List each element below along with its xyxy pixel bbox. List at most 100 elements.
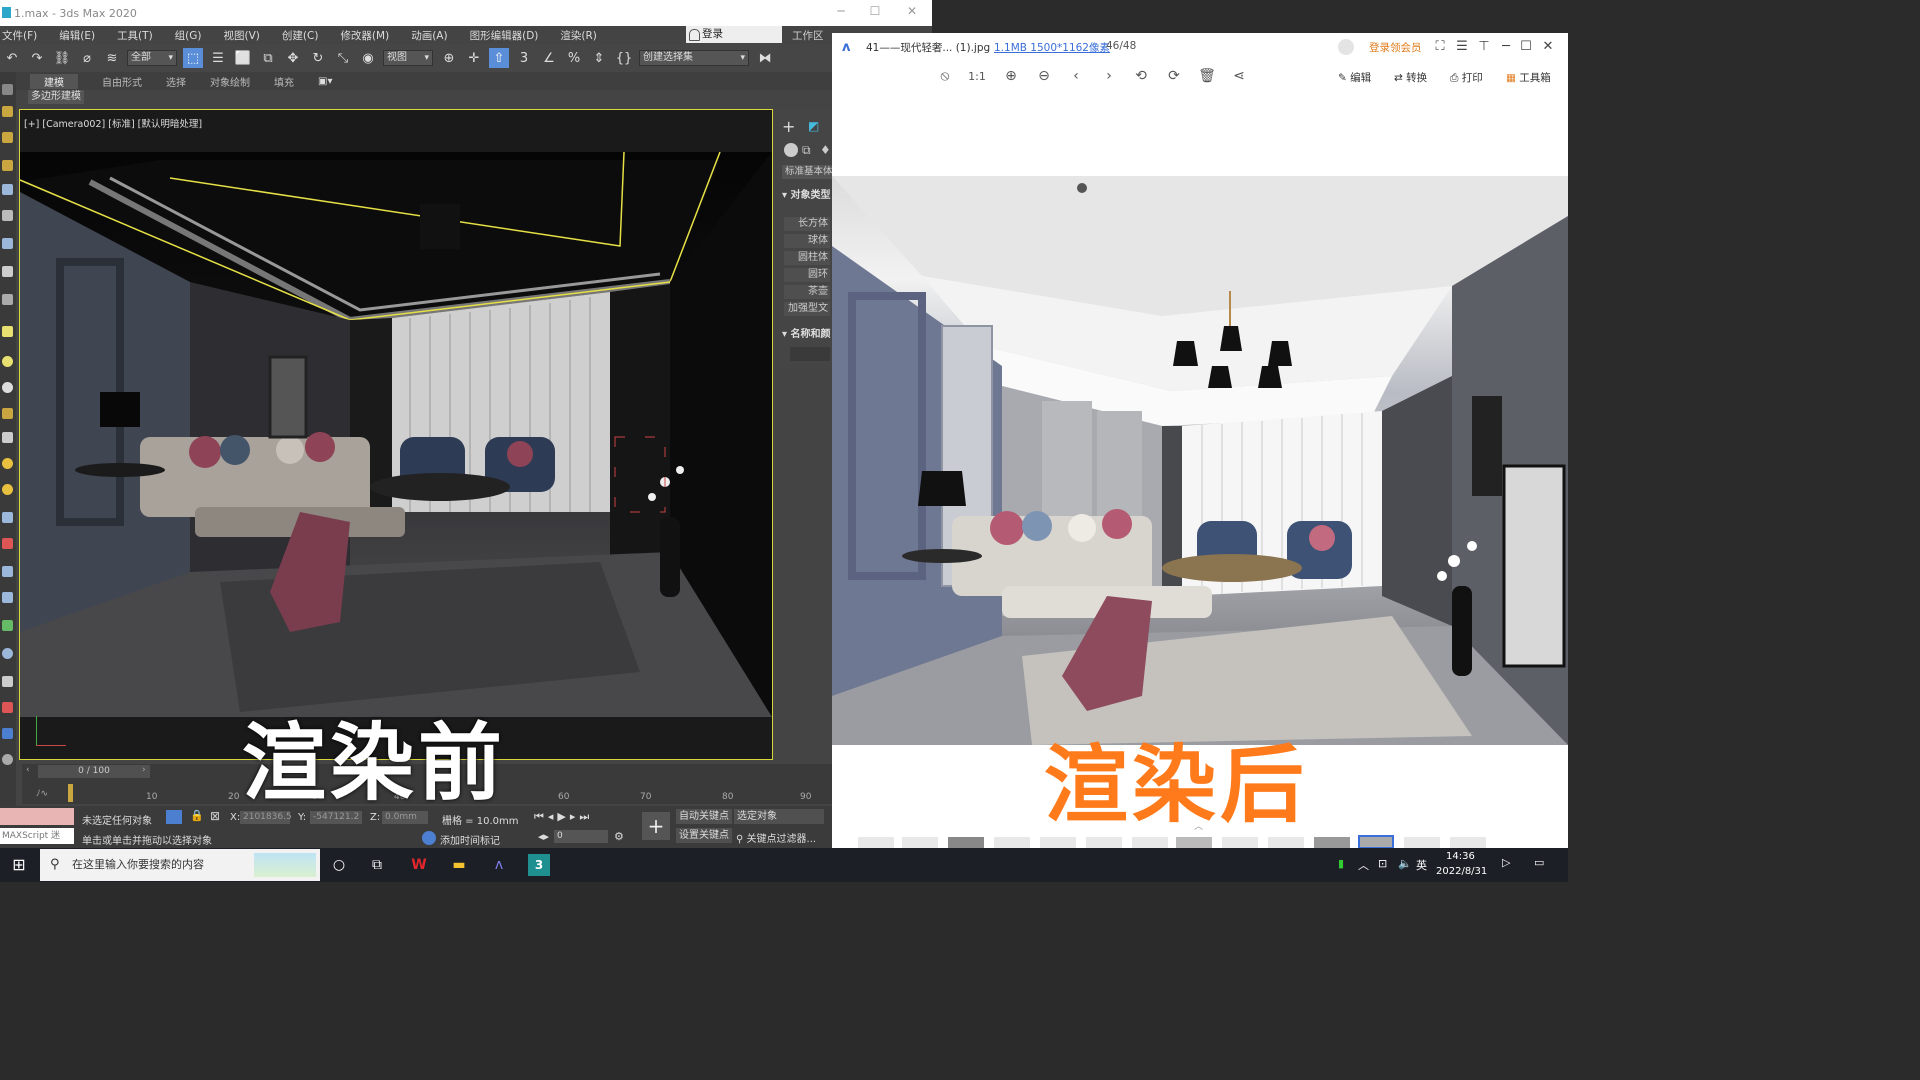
next-frame-icon[interactable]: › xyxy=(142,765,146,775)
create-tab-icon[interactable]: + xyxy=(782,117,795,136)
clock-date[interactable]: 2022/8/31 xyxy=(1436,866,1487,877)
tool-icon[interactable] xyxy=(2,676,13,687)
tool-icon[interactable] xyxy=(2,210,13,221)
keyboard-shortcut-override-icon[interactable]: ⇧ xyxy=(489,48,509,68)
zoom-out-icon[interactable]: ⊖ xyxy=(1035,68,1053,84)
box-button[interactable]: 长方体 xyxy=(784,217,830,231)
named-selection-dropdown[interactable]: 创建选择集 xyxy=(639,50,749,66)
tool-icon[interactable] xyxy=(2,238,13,249)
tool-icon[interactable] xyxy=(2,132,13,143)
move-icon[interactable]: ✥ xyxy=(283,48,303,68)
add-time-tag[interactable]: 添加时间标记 xyxy=(440,832,500,847)
rotate-left-icon[interactable]: ⟲ xyxy=(1132,68,1150,84)
image-viewer-taskbar-icon[interactable]: ᴧ xyxy=(488,854,510,876)
tool-icon[interactable] xyxy=(2,266,13,277)
battery-icon[interactable]: ▮ xyxy=(1338,857,1344,870)
polygon-modeling-tab[interactable]: 多边形建模 xyxy=(28,90,84,104)
tool-icon[interactable] xyxy=(2,484,13,495)
viewer-maximize-icon[interactable]: ☐ xyxy=(1518,39,1534,54)
viewer-file-info[interactable]: 1.1MB 1500*1162像素 xyxy=(994,40,1110,55)
tool-icon[interactable] xyxy=(2,84,13,95)
tool-icon[interactable] xyxy=(2,382,13,393)
windows-start-icon[interactable]: ⊞ xyxy=(8,854,30,876)
ribbon-options-icon[interactable]: ▣▾ xyxy=(318,76,332,87)
menu-file[interactable]: 文件(F) xyxy=(2,28,37,43)
ribbon-tab-freeform[interactable]: 自由形式 xyxy=(102,74,142,89)
time-slider[interactable]: 0 / 100 xyxy=(38,765,150,778)
key-selection-dropdown[interactable]: 选定对象 xyxy=(734,809,824,824)
viewport-label[interactable]: [+] [Camera002] [标准] [默认明暗处理] xyxy=(24,116,202,130)
mirror-icon[interactable]: ⧓ xyxy=(755,48,775,68)
menu-tools[interactable]: 工具(T) xyxy=(117,28,153,43)
spinner-snap-icon[interactable]: ⇕ xyxy=(589,48,609,68)
cylinder-button[interactable]: 圆柱体 xyxy=(784,251,830,265)
tool-icon[interactable] xyxy=(2,106,13,117)
close-icon[interactable]: ✕ xyxy=(903,4,921,22)
set-key-button[interactable]: 设置关键点 xyxy=(676,828,732,843)
tool-icon[interactable] xyxy=(2,566,13,577)
undo-icon[interactable]: ↶ xyxy=(2,48,22,68)
3dsmax-taskbar-icon[interactable]: 3 xyxy=(528,854,550,876)
menu-create[interactable]: 创建(C) xyxy=(282,28,319,43)
maxscript-mini-listener[interactable]: MAXScript 迷 xyxy=(0,828,74,844)
share-icon[interactable]: ⋖ xyxy=(1230,68,1248,84)
key-mode-icon[interactable]: ◂▸ xyxy=(538,830,549,843)
time-tag-icon[interactable] xyxy=(422,831,436,845)
tool-icon[interactable] xyxy=(2,326,13,337)
ribbon-tab-object-paint[interactable]: 对象绘制 xyxy=(210,74,250,89)
tool-icon[interactable] xyxy=(2,184,13,195)
absolute-mode-icon[interactable]: ⊠ xyxy=(210,809,220,823)
task-view-icon[interactable]: ⧉ xyxy=(366,854,388,876)
selection-filter-dropdown[interactable]: 全部 xyxy=(127,50,177,66)
network-icon[interactable]: ⊡ xyxy=(1378,857,1387,870)
set-key-icon[interactable]: + xyxy=(642,812,670,840)
tool-icon[interactable] xyxy=(2,620,13,631)
select-by-name-icon[interactable]: ☰ xyxy=(208,48,228,68)
sphere-button[interactable]: 球体 xyxy=(784,234,830,248)
pivot-center-icon[interactable]: ⊕ xyxy=(439,48,459,68)
isolate-selection-icon[interactable] xyxy=(166,810,182,824)
prev-frame-icon[interactable]: ‹ xyxy=(26,765,30,775)
tool-icon[interactable] xyxy=(2,648,13,659)
tool-icon[interactable] xyxy=(2,432,13,443)
time-cursor[interactable] xyxy=(68,784,73,802)
vip-login-link[interactable]: 登录领会员 xyxy=(1369,40,1422,55)
ime-indicator[interactable]: 英 xyxy=(1416,857,1427,873)
edit-named-selection-icon[interactable]: {} xyxy=(614,48,634,68)
tool-icon[interactable] xyxy=(2,538,13,549)
snaps-toggle-icon[interactable]: 3 xyxy=(514,48,534,68)
camera-viewport[interactable]: [+] [Camera002] [标准] [默认明暗处理] xyxy=(19,109,773,760)
percent-snap-icon[interactable]: % xyxy=(564,48,584,68)
zoom-in-icon[interactable]: ⊕ xyxy=(1002,68,1020,84)
select-object-icon[interactable]: ⬚ xyxy=(183,48,203,68)
ribbon-tab-populate[interactable]: 填充 xyxy=(274,74,294,89)
maximize-icon[interactable]: ☐ xyxy=(866,4,884,22)
menu-edit[interactable]: 编辑(E) xyxy=(59,28,95,43)
reference-coord-dropdown[interactable]: 视图 xyxy=(383,50,433,66)
menu-animation[interactable]: 动画(A) xyxy=(411,28,447,43)
tool-icon[interactable] xyxy=(2,294,13,305)
selection-lock-icon[interactable]: 🔒 xyxy=(190,809,204,822)
tool-icon[interactable] xyxy=(2,754,13,765)
bind-space-warp-icon[interactable]: ≋ xyxy=(102,48,122,68)
toolbox-button[interactable]: ▦ 工具箱 xyxy=(1506,70,1551,85)
show-desktop-icon[interactable]: ▷ xyxy=(1502,856,1510,869)
menu-group[interactable]: 组(G) xyxy=(175,28,202,43)
viewer-minimize-icon[interactable]: ─ xyxy=(1498,39,1514,54)
modify-tab-icon[interactable]: ◩ xyxy=(808,119,819,133)
tool-icon[interactable] xyxy=(2,512,13,523)
geometry-icon[interactable] xyxy=(784,143,798,157)
login-dropdown[interactable]: 登录 xyxy=(686,26,782,43)
menu-modifiers[interactable]: 修改器(M) xyxy=(340,28,389,43)
tool-icon[interactable] xyxy=(2,160,13,171)
thumbnail-toggle-icon[interactable]: ︿ xyxy=(1194,819,1203,832)
name-color-rollout[interactable]: ▾ 名称和颜 xyxy=(782,325,831,340)
time-config-icon[interactable]: ⚙ xyxy=(614,830,624,843)
tool-icon[interactable] xyxy=(2,356,13,367)
place-icon[interactable]: ◉ xyxy=(358,48,378,68)
tool-icon[interactable] xyxy=(2,728,13,739)
tool-icon[interactable] xyxy=(2,458,13,469)
key-filters-button[interactable]: ⚲ 关键点过滤器... xyxy=(736,830,816,845)
menu-icon[interactable]: ☰ xyxy=(1454,39,1470,54)
link-icon[interactable]: ⛓ xyxy=(52,48,72,68)
